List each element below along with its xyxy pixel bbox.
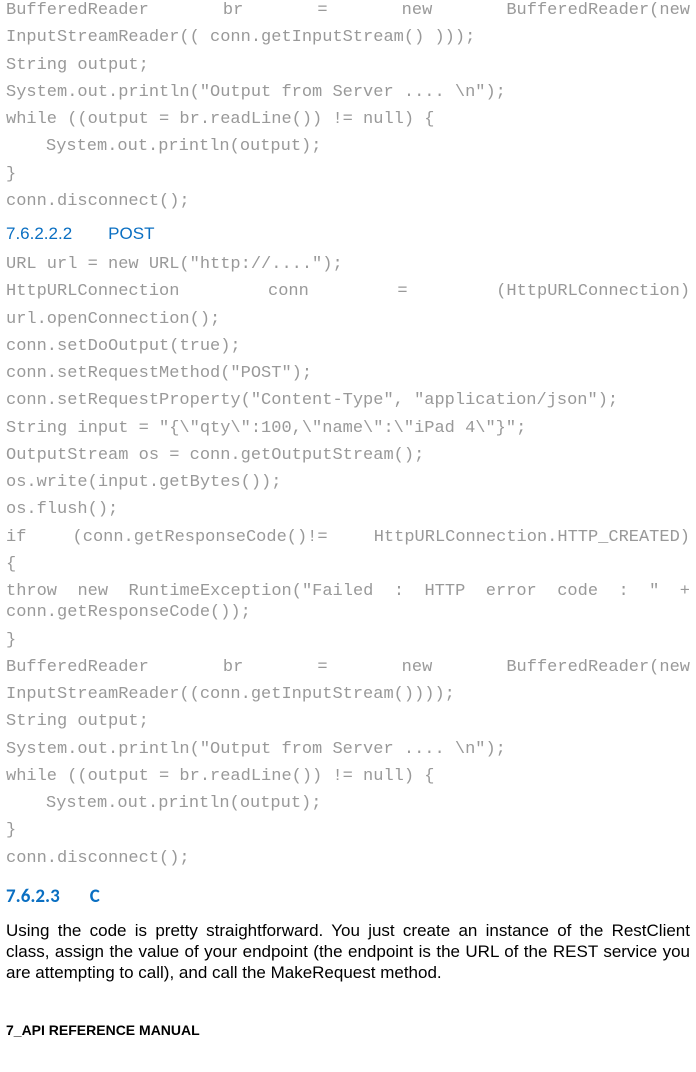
code-token: new bbox=[402, 1, 433, 20]
code-token: new bbox=[402, 658, 433, 677]
code-line: url.openConnection(); bbox=[6, 309, 690, 330]
code-token: HttpURLConnection bbox=[6, 282, 179, 301]
code-line: InputStreamReader((conn.getInputStream()… bbox=[6, 684, 690, 705]
code-line: throw new RuntimeException("Failed : HTT… bbox=[6, 581, 690, 624]
code-token: BufferedReader(new bbox=[506, 1, 690, 20]
body-paragraph: Using the code is pretty straightforward… bbox=[6, 920, 690, 984]
heading-title: POST bbox=[108, 224, 154, 243]
code-line: OutputStream os = conn.getOutputStream()… bbox=[6, 445, 690, 466]
code-line: conn.setRequestProperty("Content-Type", … bbox=[6, 390, 690, 411]
code-line: HttpURLConnection conn = (HttpURLConnect… bbox=[6, 281, 690, 302]
heading-title: C bbox=[90, 885, 100, 908]
code-line: BufferedReader br = new BufferedReader(n… bbox=[6, 657, 690, 678]
code-line: URL url = new URL("http://...."); bbox=[6, 254, 690, 275]
code-line: os.write(input.getBytes()); bbox=[6, 472, 690, 493]
heading-post: 7.6.2.2.2 POST bbox=[6, 224, 690, 244]
code-token: conn bbox=[268, 282, 309, 301]
code-line: conn.disconnect(); bbox=[6, 848, 690, 869]
code-token: (HttpURLConnection) bbox=[496, 282, 690, 301]
code-line: conn.setDoOutput(true); bbox=[6, 336, 690, 357]
code-line: System.out.println("Output from Server .… bbox=[6, 739, 690, 760]
code-line: BufferedReader br = new BufferedReader(n… bbox=[6, 0, 690, 21]
code-line: String output; bbox=[6, 55, 690, 76]
heading-number: 7.6.2.2.2 bbox=[6, 224, 72, 243]
heading-c: 7.6.2.3 C bbox=[6, 885, 690, 908]
code-line: String output; bbox=[6, 711, 690, 732]
code-line: while ((output = br.readLine()) != null)… bbox=[6, 766, 690, 787]
code-line: } bbox=[6, 630, 690, 651]
code-line: System.out.println(output); bbox=[6, 136, 690, 157]
footer-label: 7_API REFERENCE MANUAL bbox=[6, 1022, 200, 1038]
code-token: BufferedReader(new bbox=[506, 658, 690, 677]
code-line: os.flush(); bbox=[6, 499, 690, 520]
code-line: } bbox=[6, 164, 690, 185]
code-token: br bbox=[223, 658, 243, 677]
code-line: } bbox=[6, 820, 690, 841]
heading-number: 7.6.2.3 bbox=[6, 885, 60, 908]
code-token: HttpURLConnection.HTTP_CREATED) bbox=[374, 528, 690, 547]
code-token: br bbox=[223, 1, 243, 20]
code-token: if bbox=[6, 528, 26, 547]
code-line: String input = "{\"qty\":100,\"name\":\"… bbox=[6, 418, 690, 439]
code-line: System.out.println(output); bbox=[6, 793, 690, 814]
code-token: = bbox=[397, 282, 407, 301]
code-line: { bbox=[6, 554, 690, 575]
code-token: = bbox=[317, 1, 327, 20]
code-line: conn.disconnect(); bbox=[6, 191, 690, 212]
code-line: while ((output = br.readLine()) != null)… bbox=[6, 109, 690, 130]
code-token: BufferedReader bbox=[6, 658, 149, 677]
code-token: = bbox=[317, 658, 327, 677]
code-line: InputStreamReader(( conn.getInputStream(… bbox=[6, 27, 690, 48]
code-line: System.out.println("Output from Server .… bbox=[6, 82, 690, 103]
code-token: (conn.getResponseCode()!= bbox=[73, 528, 328, 547]
code-line: conn.setRequestMethod("POST"); bbox=[6, 363, 690, 384]
code-token: BufferedReader bbox=[6, 1, 149, 20]
code-line: if (conn.getResponseCode()!= HttpURLConn… bbox=[6, 527, 690, 548]
